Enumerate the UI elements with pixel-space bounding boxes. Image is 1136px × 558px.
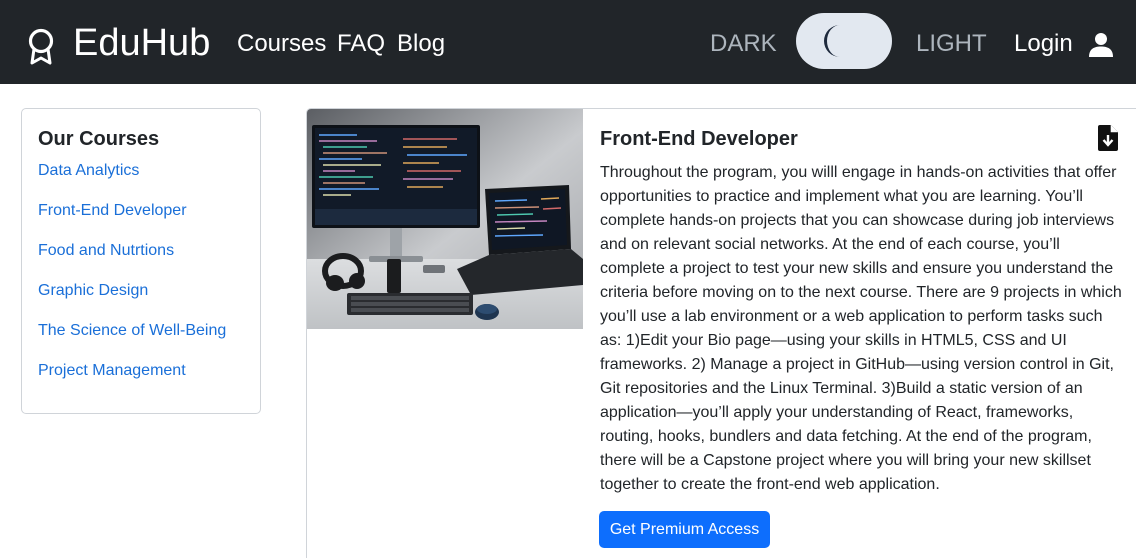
- award-icon[interactable]: [25, 28, 57, 66]
- course-description: Throughout the program, you willl engage…: [600, 164, 1122, 493]
- course-image: [307, 109, 583, 329]
- sidebar-item-food-and-nutrtions[interactable]: Food and Nutrtions: [38, 241, 174, 261]
- login-link[interactable]: Login: [1014, 29, 1073, 59]
- sidebar-item-science-of-well-being[interactable]: The Science of Well-Being: [38, 321, 226, 341]
- sidebar-item-graphic-design[interactable]: Graphic Design: [38, 281, 148, 301]
- nav-link-blog[interactable]: Blog: [397, 29, 445, 59]
- theme-toggle[interactable]: [796, 13, 892, 69]
- sidebar-item-data-analytics[interactable]: Data Analytics: [38, 161, 139, 181]
- courses-sidebar: Our Courses Data Analytics Front-End Dev…: [21, 108, 261, 414]
- file-download-icon[interactable]: [1098, 125, 1118, 151]
- get-premium-access-button[interactable]: Get Premium Access: [599, 511, 770, 548]
- sidebar-item-front-end-developer[interactable]: Front-End Developer: [38, 201, 187, 221]
- theme-dark-label: DARK: [710, 30, 777, 57]
- course-card: Front-End Developer Throughout the progr…: [306, 108, 1136, 558]
- course-title: Front-End Developer: [600, 128, 798, 150]
- moon-icon: [824, 25, 840, 57]
- user-icon[interactable]: [1088, 32, 1114, 58]
- nav-link-faq[interactable]: FAQ: [337, 29, 385, 59]
- sidebar-item-project-management[interactable]: Project Management: [38, 361, 186, 381]
- sidebar-title: Our Courses: [38, 128, 160, 150]
- theme-light-label: LIGHT: [916, 30, 987, 57]
- navbar: EduHub Courses FAQ Blog DARK LIGHT Login: [0, 0, 1136, 84]
- nav-link-courses[interactable]: Courses: [237, 29, 326, 59]
- brand-name[interactable]: EduHub: [73, 20, 210, 66]
